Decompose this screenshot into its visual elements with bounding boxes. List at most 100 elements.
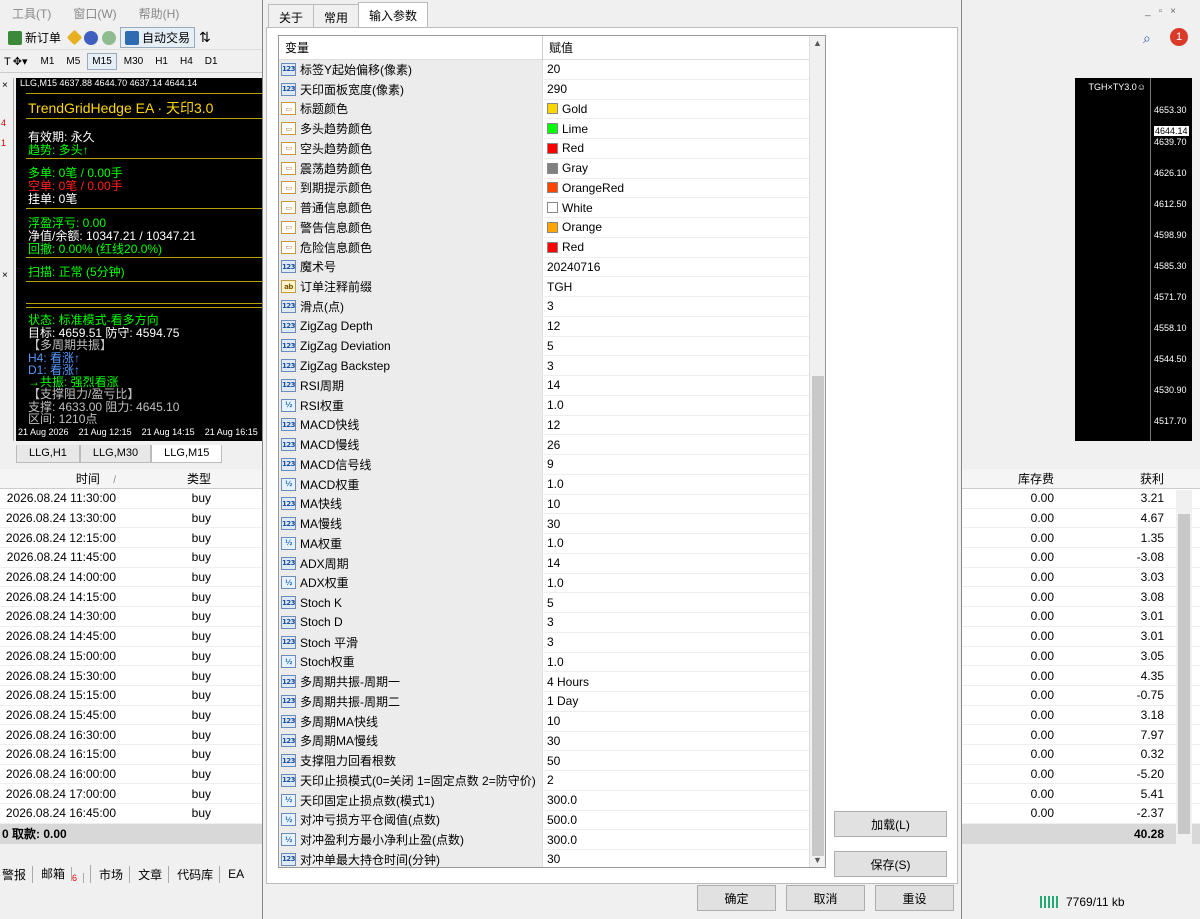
param-value-cell[interactable]: Gold bbox=[543, 100, 825, 119]
param-row[interactable]: ½ MACD权重 1.0 bbox=[279, 474, 825, 495]
param-value-cell[interactable]: 300.0 bbox=[543, 791, 825, 810]
orders-scrollbar[interactable] bbox=[1176, 490, 1192, 856]
param-value-cell[interactable]: 26 bbox=[543, 435, 825, 454]
table-row[interactable]: 2026.08.24 15:45:00 buy bbox=[0, 705, 262, 726]
tab-market[interactable]: 市场 bbox=[99, 865, 131, 883]
param-row[interactable]: 123 对冲单最大持仓时间(分钟) 30 bbox=[279, 850, 825, 867]
param-value-cell[interactable]: Orange bbox=[543, 218, 825, 237]
orders-scroll-thumb[interactable] bbox=[1178, 514, 1190, 834]
table-row[interactable]: 0.00 7.97 bbox=[962, 725, 1200, 745]
param-row[interactable]: ▭ 普通信息颜色 White bbox=[279, 198, 825, 218]
tab-alerts[interactable]: 警报 bbox=[2, 865, 34, 883]
param-row[interactable]: 123 RSI周期 14 bbox=[279, 376, 825, 396]
param-value-cell[interactable]: 2 bbox=[543, 771, 825, 790]
timeframe-d1[interactable]: D1 bbox=[200, 53, 223, 70]
table-row[interactable]: 2026.08.24 15:30:00 buy bbox=[0, 666, 262, 686]
col-type[interactable]: 类型 bbox=[120, 470, 215, 487]
table-row[interactable]: 2026.08.24 14:30:00 buy bbox=[0, 607, 262, 627]
param-value-cell[interactable]: 10 bbox=[543, 712, 825, 731]
param-value-cell[interactable]: OrangeRed bbox=[543, 179, 825, 198]
new-order-button[interactable]: 新订单 bbox=[4, 28, 65, 47]
param-row[interactable]: ½ ADX权重 1.0 bbox=[279, 573, 825, 594]
reset-button[interactable]: 重设 bbox=[875, 885, 954, 911]
timeframe-m5[interactable]: M5 bbox=[61, 53, 85, 70]
timeframe-m1[interactable]: M1 bbox=[35, 53, 59, 70]
param-row[interactable]: 123 魔术号 20240716 bbox=[279, 257, 825, 278]
shapes-tool-icon[interactable]: ✥▾ bbox=[13, 55, 28, 68]
table-row[interactable]: 2026.08.24 12:15:00 buy bbox=[0, 528, 262, 549]
grid-scroll-thumb[interactable] bbox=[812, 376, 824, 856]
grid-scrollbar[interactable]: ▲ ▼ bbox=[809, 36, 825, 867]
scroll-up-icon[interactable]: ▲ bbox=[813, 38, 822, 48]
param-value-cell[interactable]: Lime bbox=[543, 119, 825, 138]
text-tool-icon[interactable]: T bbox=[4, 56, 11, 68]
param-row[interactable]: 123 Stoch K 5 bbox=[279, 593, 825, 613]
param-row[interactable]: 123 多周期共振-周期一 4 Hours bbox=[279, 672, 825, 692]
table-row[interactable]: 2026.08.24 15:15:00 buy bbox=[0, 685, 262, 706]
table-row[interactable]: 0.00 4.35 bbox=[962, 666, 1200, 686]
table-row[interactable]: 2026.08.24 15:00:00 buy bbox=[0, 646, 262, 667]
param-row[interactable]: ½ 天印固定止损点数(模式1) 300.0 bbox=[279, 790, 825, 811]
param-value-cell[interactable]: White bbox=[543, 198, 825, 217]
col-variable[interactable]: 变量 bbox=[279, 36, 543, 60]
param-row[interactable]: 123 ADX周期 14 bbox=[279, 553, 825, 574]
auto-trade-button[interactable]: 自动交易 bbox=[120, 27, 196, 48]
timeframe-m15[interactable]: M15 bbox=[87, 53, 117, 70]
param-value-cell[interactable]: 1 Day bbox=[543, 692, 825, 711]
param-row[interactable]: 123 MACD信号线 9 bbox=[279, 455, 825, 475]
table-row[interactable]: 0.00 3.18 bbox=[962, 705, 1200, 726]
param-row[interactable]: 123 MACD快线 12 bbox=[279, 415, 825, 436]
param-value-cell[interactable]: 20240716 bbox=[543, 258, 825, 277]
table-row[interactable]: 0.00 -2.37 bbox=[962, 804, 1200, 824]
tab-articles[interactable]: 文章 bbox=[138, 865, 170, 883]
menu-window[interactable]: 窗口(W) bbox=[73, 5, 116, 22]
param-value-cell[interactable]: TGH bbox=[543, 277, 825, 296]
param-value-cell[interactable]: 5 bbox=[543, 593, 825, 612]
table-row[interactable]: 2026.08.24 13:30:00 buy bbox=[0, 508, 262, 529]
table-row[interactable]: 2026.08.24 14:15:00 buy bbox=[0, 587, 262, 608]
cancel-button[interactable]: 取消 bbox=[786, 885, 865, 911]
param-value-cell[interactable]: Red bbox=[543, 238, 825, 257]
table-row[interactable]: 0.00 3.01 bbox=[962, 607, 1200, 627]
user-icon[interactable] bbox=[84, 30, 99, 45]
col-swap[interactable]: 库存费 bbox=[962, 470, 1058, 487]
param-value-cell[interactable]: 30 bbox=[543, 514, 825, 533]
load-button[interactable]: 加载(L) bbox=[834, 811, 947, 837]
param-value-cell[interactable]: 1.0 bbox=[543, 574, 825, 593]
minimize-icon[interactable]: _ bbox=[1145, 6, 1151, 22]
param-row[interactable]: 123 天印面板宽度(像素) 290 bbox=[279, 79, 825, 100]
param-row[interactable]: 123 标签Y起始偏移(像素) 20 bbox=[279, 60, 825, 80]
close-icon[interactable]: × bbox=[1170, 6, 1176, 22]
param-row[interactable]: 123 Stoch D 3 bbox=[279, 613, 825, 633]
table-row[interactable]: 2026.08.24 16:15:00 buy bbox=[0, 744, 262, 765]
restore-icon[interactable]: ▫ bbox=[1159, 6, 1163, 22]
table-row[interactable]: 0.00 1.35 bbox=[962, 528, 1200, 549]
param-value-cell[interactable]: 3 bbox=[543, 613, 825, 632]
table-row[interactable]: 2026.08.24 16:45:00 buy bbox=[0, 804, 262, 824]
param-value-cell[interactable]: 12 bbox=[543, 416, 825, 435]
table-row[interactable]: 0.00 3.21 bbox=[962, 489, 1200, 509]
param-value-cell[interactable]: 3 bbox=[543, 297, 825, 316]
timeframe-m30[interactable]: M30 bbox=[119, 53, 148, 70]
table-row[interactable]: 0.00 3.03 bbox=[962, 567, 1200, 588]
chart-tab-m30[interactable]: LLG,M30 bbox=[79, 445, 152, 463]
param-row[interactable]: ab 订单注释前缀 TGH bbox=[279, 277, 825, 297]
table-row[interactable]: 2026.08.24 16:00:00 buy bbox=[0, 764, 262, 785]
tab-inputs[interactable]: 输入参数 bbox=[358, 2, 429, 28]
timeframe-h4[interactable]: H4 bbox=[175, 53, 198, 70]
price-chart[interactable]: LLG,M15 4637.88 4644.70 4637.14 4644.14 … bbox=[16, 78, 262, 441]
param-row[interactable]: ½ 对冲盈利方最小净利止盈(点数) 300.0 bbox=[279, 830, 825, 850]
param-value-cell[interactable]: 1.0 bbox=[543, 653, 825, 672]
param-value-cell[interactable]: 12 bbox=[543, 317, 825, 336]
param-value-cell[interactable]: 1.0 bbox=[543, 475, 825, 494]
param-value-cell[interactable]: 14 bbox=[543, 376, 825, 395]
signal-icon[interactable] bbox=[102, 30, 117, 45]
gold-icon[interactable] bbox=[66, 29, 83, 46]
tab-about[interactable]: 关于 bbox=[268, 4, 315, 28]
table-row[interactable]: 2026.08.24 14:45:00 buy bbox=[0, 626, 262, 647]
table-row[interactable]: 0.00 5.41 bbox=[962, 784, 1200, 804]
param-value-cell[interactable]: 50 bbox=[543, 751, 825, 770]
chart-bar-icon[interactable]: ⇅ bbox=[199, 29, 211, 46]
param-value-cell[interactable]: 10 bbox=[543, 495, 825, 514]
param-row[interactable]: 123 多周期MA快线 10 bbox=[279, 711, 825, 732]
